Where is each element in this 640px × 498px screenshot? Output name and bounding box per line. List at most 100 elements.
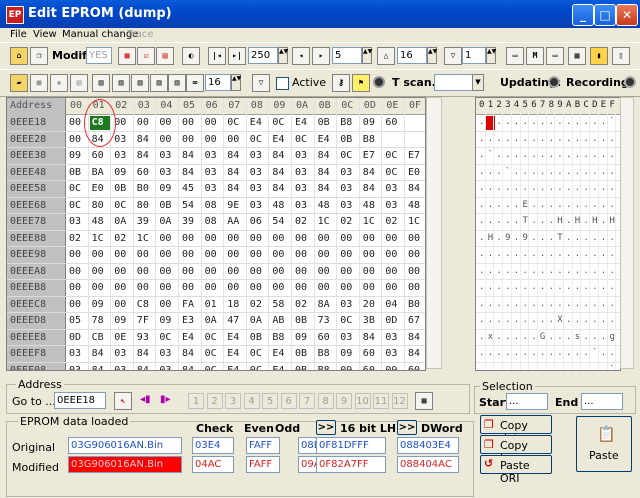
ascii-char-cell[interactable]: . [575, 315, 580, 325]
hex-col-header[interactable]: 0C [341, 100, 353, 111]
ascii-char-cell[interactable]: . [549, 200, 554, 210]
hex-byte-cell[interactable]: 00 [363, 266, 375, 277]
ascii-char-cell[interactable]: . [514, 299, 519, 309]
map-l-icon[interactable]: ▭ [506, 47, 524, 65]
ascii-char-cell[interactable]: . [540, 282, 545, 292]
ascii-char-cell[interactable]: x [488, 332, 493, 342]
hex-byte-cell[interactable]: 02 [69, 233, 81, 244]
ascii-char-cell[interactable]: . [531, 365, 536, 371]
ascii-char-cell[interactable]: . [592, 282, 597, 292]
ascii-char-cell[interactable]: . [479, 249, 484, 259]
hex-byte-cell[interactable]: 09 [340, 365, 352, 371]
ascii-col-header[interactable]: 9 [557, 100, 562, 110]
ascii-char-cell[interactable]: H [575, 216, 580, 226]
ascii-char-cell[interactable]: . [540, 200, 545, 210]
ascii-char-cell[interactable]: . [557, 348, 562, 358]
hex-byte-cell[interactable]: 00 [205, 282, 217, 293]
ascii-char-cell[interactable]: s [575, 332, 580, 342]
ascii-char-cell[interactable]: . [531, 299, 536, 309]
hex-col-header[interactable]: 08 [251, 100, 263, 111]
hex-byte-cell[interactable]: 0C [295, 134, 307, 145]
ascii-char-cell[interactable]: . [488, 167, 493, 177]
ascii-char-cell[interactable]: . [540, 348, 545, 358]
hex-byte-cell[interactable]: 84 [137, 365, 149, 371]
hex-byte-cell[interactable]: 0C [250, 365, 262, 371]
ascii-char-cell[interactable]: . [540, 365, 545, 371]
ascii-char-cell[interactable]: . [610, 249, 615, 259]
ascii-char-cell[interactable]: . [496, 365, 501, 371]
ascii-char-cell[interactable]: . [549, 150, 554, 160]
ascii-char-cell[interactable]: . [488, 315, 493, 325]
hex-row-address[interactable]: 0EEEA8 [10, 266, 46, 277]
hex-byte-cell[interactable]: 00 [114, 249, 126, 260]
hex-byte-cell[interactable]: 84 [227, 150, 239, 161]
hex-byte-cell[interactable]: 48 [363, 200, 375, 211]
hex-byte-cell[interactable]: 00 [159, 282, 171, 293]
hex-byte-cell[interactable]: 00 [340, 266, 352, 277]
hex-byte-cell[interactable]: 00 [408, 233, 420, 244]
ascii-char-cell[interactable]: . [523, 117, 528, 127]
view-1-icon[interactable]: ▥ [92, 74, 110, 92]
ascii-char-cell[interactable]: . [592, 299, 597, 309]
hex-byte-cell[interactable]: 00 [159, 266, 171, 277]
ascii-char-cell[interactable]: . [514, 332, 519, 342]
hex-byte-cell[interactable]: C8 [137, 299, 149, 310]
hex-byte-cell[interactable]: 20 [363, 299, 375, 310]
ascii-char-cell[interactable]: . [505, 150, 510, 160]
ascii-char-cell[interactable]: H [488, 233, 493, 243]
hex-byte-cell[interactable]: 03 [250, 183, 262, 194]
hex-byte-cell[interactable]: 09 [159, 183, 171, 194]
ascii-char-cell[interactable]: . [601, 216, 606, 226]
ascii-char-cell[interactable]: . [514, 249, 519, 259]
ascii-char-cell[interactable]: . [566, 315, 571, 325]
hex-row-address[interactable]: 0EEE78 [10, 216, 46, 227]
hex-byte-cell[interactable]: 00 [340, 233, 352, 244]
ascii-char-cell[interactable]: . [601, 150, 606, 160]
ascii-char-cell[interactable]: . [549, 233, 554, 243]
hex-col-header[interactable]: 0B [319, 100, 331, 111]
table-icon[interactable]: ▦ [118, 47, 136, 65]
hex-byte-cell[interactable]: 00 [159, 134, 171, 145]
first-icon[interactable]: |◂ [208, 47, 226, 65]
hex-byte-cell[interactable]: 03 [69, 348, 81, 359]
hex-byte-cell[interactable]: 00 [69, 282, 81, 293]
hex-byte-cell[interactable]: E3 [182, 315, 194, 326]
hex-byte-cell[interactable]: 03 [295, 167, 307, 178]
ascii-char-cell[interactable]: . [583, 249, 588, 259]
ascii-char-cell[interactable]: . [592, 249, 597, 259]
hex-byte-cell[interactable]: 0C [385, 167, 397, 178]
hex-byte-cell[interactable]: 0D [69, 332, 81, 343]
ascii-char-cell[interactable]: . [575, 266, 580, 276]
hex-byte-cell[interactable]: 78 [92, 315, 104, 326]
hex-byte-cell[interactable]: 84 [318, 183, 330, 194]
map-r-icon[interactable]: ▭ [546, 47, 564, 65]
hex-byte-cell[interactable]: 0D [385, 315, 397, 326]
hex-row-address[interactable]: 0EEF08 [10, 365, 46, 371]
width-spinner[interactable]: ▲▼ [427, 47, 437, 64]
hex-byte-cell[interactable]: 0C [250, 134, 262, 145]
hex-byte-cell[interactable]: 00 [272, 249, 284, 260]
ascii-char-cell[interactable]: . [566, 266, 571, 276]
hex-byte-cell[interactable]: 84 [182, 365, 194, 371]
active-checkbox[interactable] [276, 77, 289, 90]
hex-byte-cell[interactable]: 0B [69, 167, 81, 178]
ascii-char-cell[interactable]: . [583, 282, 588, 292]
ascii-char-cell[interactable]: . [505, 216, 510, 226]
ascii-char-cell[interactable]: . [523, 299, 528, 309]
ascii-char-cell[interactable]: . [479, 365, 484, 371]
ascii-char-cell[interactable]: . [549, 216, 554, 226]
ascii-char-cell[interactable]: . [549, 167, 554, 177]
hex-col-header[interactable]: 05 [183, 100, 195, 111]
hex-byte-cell[interactable]: 00 [159, 299, 171, 310]
hex-byte-cell[interactable]: 0C [69, 200, 81, 211]
ascii-col-header[interactable]: F [610, 100, 615, 110]
ascii-char-cell[interactable]: . [575, 167, 580, 177]
tscan-dropdown-icon[interactable]: ▼ [472, 74, 484, 91]
ascii-char-cell[interactable]: . [505, 282, 510, 292]
ascii-char-cell[interactable]: . [479, 233, 484, 243]
hex-byte-cell[interactable]: 03 [385, 183, 397, 194]
hex-byte-cell[interactable]: E4 [295, 117, 307, 128]
ascii-char-cell[interactable]: E [523, 200, 528, 210]
hex-byte-cell[interactable]: 03 [295, 150, 307, 161]
ascii-char-cell[interactable]: . [488, 282, 493, 292]
